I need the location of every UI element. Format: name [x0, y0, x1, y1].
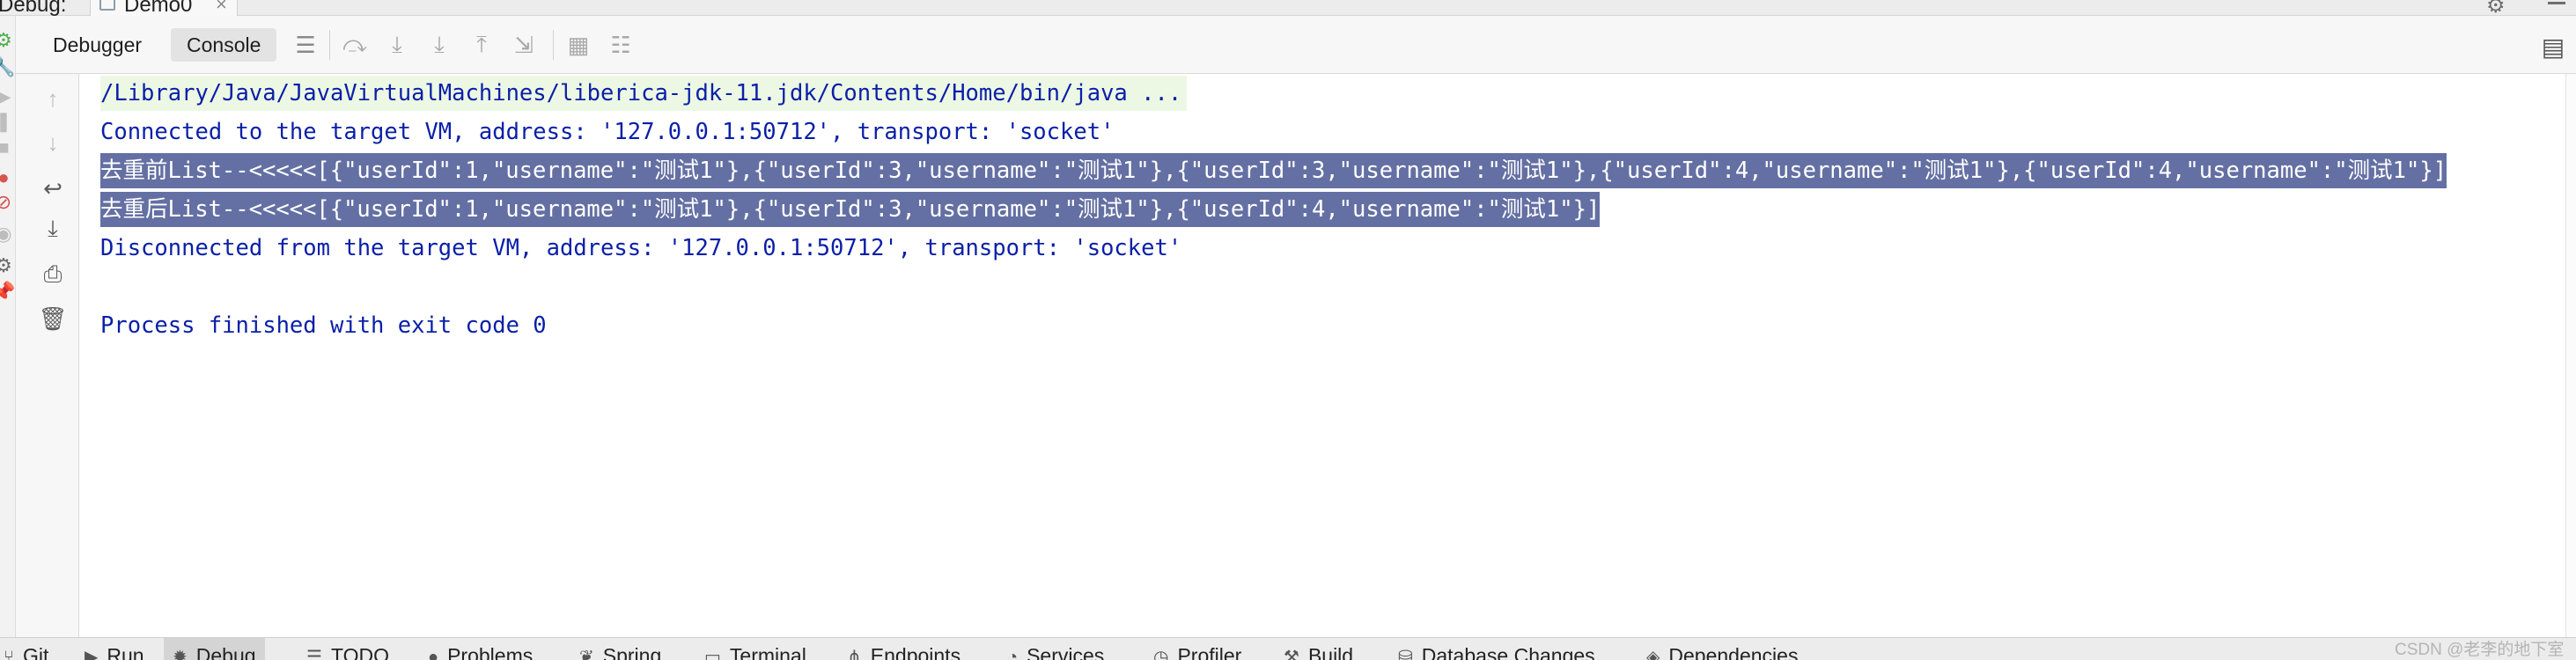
- console-line-exit: Process finished with exit code 0: [100, 312, 547, 339]
- down-arrow-icon[interactable]: ↓: [39, 128, 67, 157]
- clear-all-icon[interactable]: 🗑: [39, 304, 68, 333]
- file-icon: [99, 0, 115, 11]
- mute-breakpoints-icon[interactable]: ⊘: [0, 190, 15, 215]
- debug-header: Debug: Demo0 × ⚙: [0, 0, 2576, 18]
- terminal-icon: ▭: [704, 648, 721, 660]
- bottom-tab-dependencies[interactable]: ◈ Dependencies: [1646, 638, 1798, 660]
- bottom-tab-git[interactable]: ⑂ Git: [4, 638, 48, 660]
- force-step-into-icon[interactable]: ⤓: [424, 30, 454, 60]
- step-over-icon[interactable]: ⤼: [340, 30, 370, 60]
- bottom-tab-database-changes[interactable]: ⛁ Database Changes: [1398, 638, 1595, 660]
- scroll-to-end-icon[interactable]: ⤓: [39, 215, 67, 243]
- evaluate-expression-icon[interactable]: ▦: [563, 30, 593, 60]
- console-line-command: /Library/Java/JavaVirtualMachines/liberi…: [100, 76, 1188, 111]
- run-icon: ▶: [85, 648, 99, 660]
- tool-window-bar: ⑂ Git ▶ Run ✹ Debug ☰ TODO ● Problems ❦ Spring…: [0, 637, 2576, 660]
- bottom-tab-terminal[interactable]: ▭ Terminal: [704, 638, 806, 660]
- minimize-icon[interactable]: [2548, 2, 2565, 4]
- console-line-before-dedup: 去重前List--<<<<<[{"userId":1,"username":"测…: [100, 153, 2447, 188]
- toolbar-separator: [553, 30, 554, 60]
- soft-wrap-icon[interactable]: ↩: [39, 174, 67, 202]
- todo-icon: ☰: [306, 648, 322, 660]
- console-tools: ↑ ↓ ↩ ⤓ ⎙ 🗑: [16, 74, 79, 637]
- services-icon: ◔: [1007, 648, 1019, 660]
- bottom-tab-run[interactable]: ▶ Run: [85, 638, 144, 660]
- profiler-icon: ◷: [1153, 648, 1169, 660]
- problems-icon: ●: [428, 648, 439, 660]
- bottom-tab-endpoints[interactable]: ⋔ Endpoints: [847, 638, 960, 660]
- endpoints-icon: ⋔: [847, 648, 862, 660]
- bottom-tab-spring[interactable]: ❦ Spring: [579, 638, 661, 660]
- debug-label: Debug:: [0, 0, 67, 17]
- console-line-disconnected: Disconnected from the target VM, address…: [100, 235, 1182, 261]
- camera-icon[interactable]: ◉: [0, 222, 15, 246]
- pin-icon[interactable]: 📌: [0, 280, 15, 304]
- settings-icon[interactable]: ⚙: [0, 253, 15, 278]
- view-breakpoints-icon[interactable]: ●: [0, 165, 15, 190]
- bottom-tab-todo[interactable]: ☰ TODO: [306, 638, 389, 660]
- resume-icon[interactable]: ▶: [0, 84, 15, 109]
- toolbar-separator: [329, 30, 330, 60]
- pause-icon[interactable]: ❚: [0, 109, 15, 134]
- console-output[interactable]: /Library/Java/JavaVirtualMachines/liberi…: [79, 74, 2576, 637]
- spring-icon: ❦: [579, 648, 594, 660]
- show-execution-point-icon[interactable]: ☰: [291, 30, 320, 60]
- stop-icon[interactable]: ■: [0, 136, 15, 160]
- step-out-icon[interactable]: ⤒: [467, 30, 497, 60]
- tab-debugger[interactable]: Debugger: [37, 28, 158, 62]
- bottom-tab-services[interactable]: ◔ Services: [1007, 638, 1104, 660]
- run-to-cursor-icon[interactable]: ⇲: [509, 30, 539, 60]
- debug-toolbar: Debugger Console ☰ ⤼ ⤓ ⤓ ⤒ ⇲ ▦ ☷ ▤: [16, 16, 2576, 74]
- run-config-tab[interactable]: Demo0 ×: [90, 0, 238, 17]
- watermark: CSDN @老李的地下室: [2395, 641, 2565, 659]
- console-line-connected: Connected to the target VM, address: '12…: [100, 119, 1115, 145]
- wrench-icon[interactable]: 🔧: [0, 55, 15, 79]
- up-arrow-icon[interactable]: ↑: [39, 84, 67, 113]
- bottom-tab-profiler[interactable]: ◷ Profiler: [1153, 638, 1241, 660]
- build-icon: ⚒: [1284, 648, 1299, 660]
- console-line-after-dedup: 去重后List--<<<<<[{"userId":1,"username":"测…: [100, 192, 1601, 227]
- tab-console[interactable]: Console: [171, 28, 277, 62]
- rerun-icon[interactable]: ⚙: [0, 28, 15, 53]
- close-icon[interactable]: ×: [216, 0, 227, 16]
- dependencies-icon: ◈: [1646, 648, 1660, 660]
- bottom-tab-problems[interactable]: ● Problems: [428, 638, 533, 660]
- bottom-tab-build[interactable]: ⚒ Build: [1284, 638, 1353, 660]
- debug-actions-strip: ⚙ 🔧 ▶ ❚ ■ ● ⊘ ◉ ⚙ 📌: [0, 16, 16, 637]
- print-icon[interactable]: ⎙: [39, 260, 67, 289]
- trace-icon[interactable]: ☷: [606, 30, 636, 60]
- layout-settings-icon[interactable]: ▤: [2536, 32, 2571, 62]
- vertical-scrollbar[interactable]: [2565, 74, 2576, 637]
- debug-icon: ✹: [173, 648, 188, 660]
- git-icon: ⑂: [4, 648, 14, 660]
- bottom-tab-debug[interactable]: ✹ Debug: [164, 638, 265, 660]
- database-icon: ⛁: [1398, 648, 1413, 660]
- run-config-name: Demo0: [124, 0, 193, 17]
- step-into-icon[interactable]: ⤓: [382, 30, 412, 60]
